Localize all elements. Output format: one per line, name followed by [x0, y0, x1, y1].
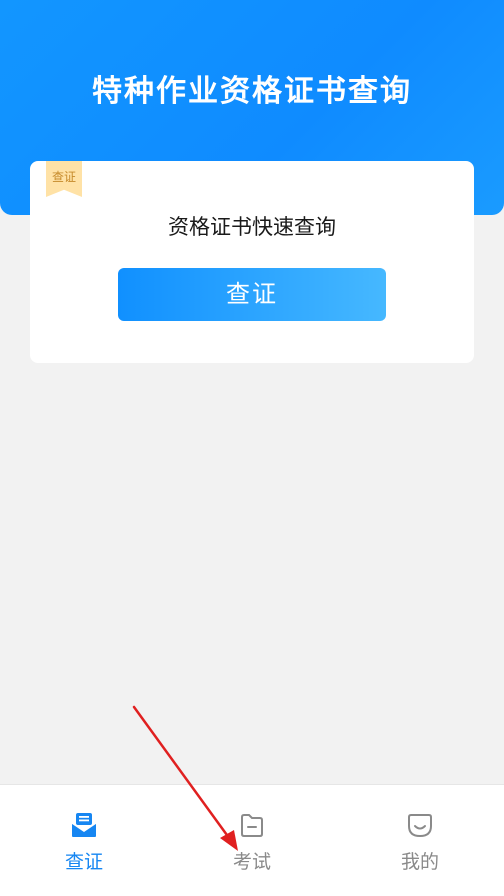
card-badge-label: 查证	[51, 170, 76, 184]
tab-label: 我的	[400, 851, 439, 873]
tab-label: 考试	[232, 851, 271, 873]
tab-mine[interactable]: 我的	[336, 785, 504, 896]
query-card: 查证 资格证书快速查询 查证	[30, 161, 474, 363]
card-badge: 查证	[46, 161, 82, 197]
tab-check-certificate[interactable]: 查证	[0, 785, 168, 896]
folder-icon	[241, 814, 263, 837]
card-subtitle: 资格证书快速查询	[168, 215, 336, 239]
mailbox-icon	[71, 813, 97, 837]
tab-exam[interactable]: 考试	[168, 785, 336, 896]
page-title: 特种作业资格证书查询	[92, 74, 412, 109]
tab-label: 查证	[64, 851, 103, 873]
smile-face-icon	[408, 814, 432, 838]
query-button[interactable]: 查证	[118, 268, 386, 321]
bottom-tab-bar: 查证 考试 我的	[0, 784, 504, 896]
